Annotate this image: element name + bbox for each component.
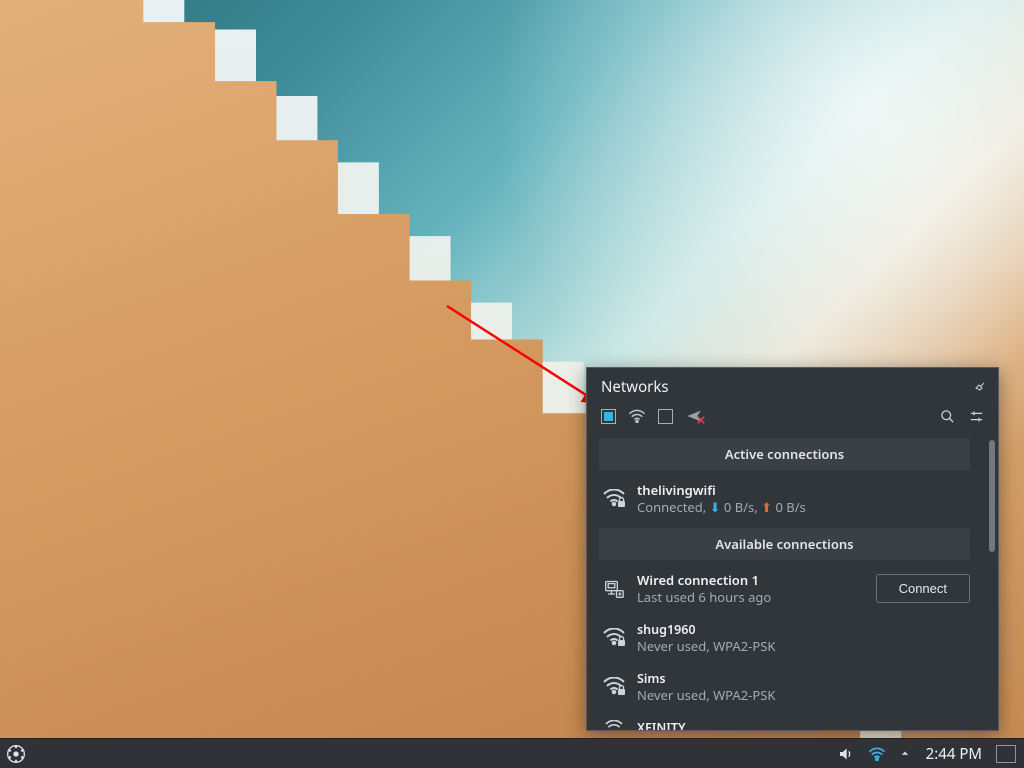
ethernet-icon [601, 579, 627, 599]
connection-name: XFINITY [637, 720, 686, 730]
wifi-icon [601, 720, 627, 730]
section-available: Available connections [599, 528, 970, 560]
connection-active[interactable]: thelivingwifi Connected, ⬇ 0 B/s, ⬆ 0 B/… [595, 474, 990, 524]
connection-sub: Never used, WPA2-PSK [637, 638, 775, 655]
connection-sub: Last used 6 hours ago [637, 589, 771, 606]
connection-wired[interactable]: Wired connection 1 Last used 6 hours ago… [595, 564, 990, 614]
connection-wifi[interactable]: shug1960 Never used, WPA2-PSK [595, 614, 990, 663]
tray-volume-icon[interactable] [838, 746, 854, 762]
tray-network-icon[interactable] [868, 747, 886, 761]
connection-name: shug1960 [637, 622, 775, 638]
airplane-mode-icon[interactable] [685, 408, 705, 424]
connection-name: thelivingwifi [637, 482, 806, 499]
scrollbar-thumb[interactable] [989, 440, 995, 552]
section-active: Active connections [599, 438, 970, 470]
connection-wifi[interactable]: XFINITY [595, 712, 990, 730]
connection-wifi[interactable]: Sims Never used, WPA2-PSK [595, 663, 990, 712]
connection-name: Sims [637, 671, 775, 687]
connection-name: Wired connection 1 [637, 572, 771, 589]
wifi-secure-icon [601, 677, 627, 697]
system-tray [828, 746, 920, 762]
connection-status: Connected, ⬇ 0 B/s, ⬆ 0 B/s [637, 499, 806, 516]
show-desktop-button[interactable] [996, 745, 1016, 763]
connection-sub: Never used, WPA2-PSK [637, 687, 775, 704]
taskbar-clock[interactable]: 2:44 PM [920, 744, 996, 764]
connect-button[interactable]: Connect [876, 574, 970, 603]
network-popup: Networks [586, 367, 999, 731]
networking-toggle[interactable] [601, 409, 616, 424]
pin-icon[interactable] [974, 381, 986, 393]
wifi-secure-icon [601, 628, 627, 648]
tray-expand-icon[interactable] [900, 749, 910, 759]
settings-icon[interactable] [969, 409, 984, 424]
wifi-toggle-icon[interactable] [628, 409, 646, 423]
wired-toggle[interactable] [658, 409, 673, 424]
wifi-secure-icon [601, 489, 627, 509]
taskbar: 2:44 PM [0, 738, 1024, 768]
start-button[interactable] [0, 739, 32, 768]
popup-title: Networks [601, 377, 669, 397]
search-icon[interactable] [940, 409, 955, 424]
popup-toolbar [587, 404, 998, 434]
